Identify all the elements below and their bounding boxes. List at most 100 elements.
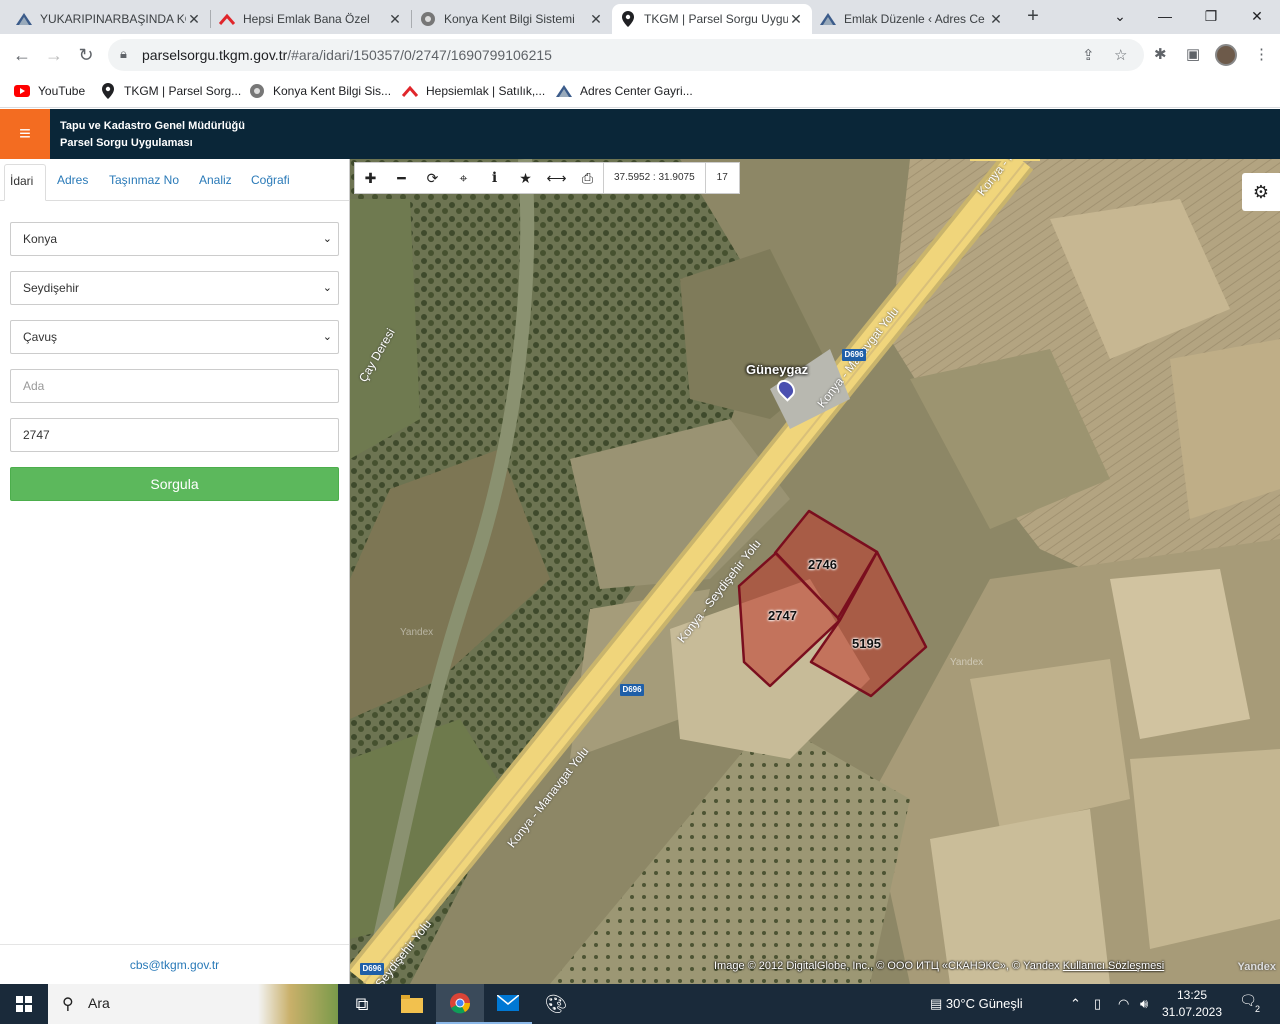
refresh-icon[interactable]: ⟳ xyxy=(417,163,448,193)
location-pin-icon xyxy=(100,83,116,99)
notification-icon[interactable]: 🗨︎ 2 xyxy=(1236,992,1260,1016)
close-icon[interactable]: ✕ xyxy=(186,11,202,28)
file-explorer-icon[interactable] xyxy=(388,984,436,1024)
parsel-input[interactable]: 2747 xyxy=(10,418,339,452)
zoom-in-icon[interactable]: ✚ xyxy=(355,163,386,193)
app-title: Tapu ve Kadastro Genel Müdürlüğü Parsel … xyxy=(60,118,245,152)
adres-center-icon xyxy=(16,11,32,27)
bookmark-label: Konya Kent Bilgi Sis... xyxy=(273,84,392,98)
reload-button[interactable]: ↻ xyxy=(74,43,98,67)
wifi-icon[interactable]: ◠ xyxy=(1118,984,1129,1024)
bookmark-adres-center[interactable]: Adres Center Gayri... xyxy=(556,83,693,99)
print-icon[interactable]: ⎙ xyxy=(572,163,603,193)
zoom-level: 17 xyxy=(704,163,739,193)
forward-button[interactable]: → xyxy=(42,43,66,67)
query-tabs: İdari Adres Taşınmaz No Analiz Coğrafi xyxy=(0,159,349,201)
tab-idari[interactable]: İdari xyxy=(4,164,46,201)
query-panel: İdari Adres Taşınmaz No Analiz Coğrafi K… xyxy=(0,159,350,984)
parcel-label-2747: 2747 xyxy=(768,608,797,623)
neighborhood-select[interactable]: Çavuş ⌄ xyxy=(10,320,339,354)
tab-search-chevron-icon[interactable]: ⌄ xyxy=(1097,4,1143,28)
bookmark-label: TKGM | Parsel Sorg... xyxy=(124,84,242,98)
bookmark-hepsiemlak[interactable]: Hepsiemlak | Satılık,... xyxy=(402,83,545,99)
province-select[interactable]: Konya ⌄ xyxy=(10,222,339,256)
side-panel-icon[interactable]: ▣ xyxy=(1186,45,1200,63)
mail-icon[interactable] xyxy=(484,984,532,1024)
chevron-down-icon: ⌄ xyxy=(322,282,332,294)
search-placeholder: Ara xyxy=(88,995,110,1011)
more-menu-icon[interactable]: ⋮ xyxy=(1254,45,1269,63)
clock-date: 31.07.2023 xyxy=(1161,1005,1223,1019)
district-select[interactable]: Seydişehir ⌄ xyxy=(10,271,339,305)
road-shield-d696: D696 xyxy=(620,684,644,696)
browser-tab-4-active[interactable]: TKGM | Parsel Sorgu Uygu ✕ xyxy=(612,4,812,34)
taskbar-search[interactable]: ⚲ Ara xyxy=(48,984,338,1024)
info-icon[interactable]: i xyxy=(479,163,510,193)
new-tab-button[interactable]: + xyxy=(1022,6,1044,28)
chevron-down-icon: ⌄ xyxy=(322,331,332,343)
extensions-puzzle-icon[interactable]: ✱ xyxy=(1154,45,1167,63)
zoom-out-icon[interactable]: ━ xyxy=(386,163,417,193)
tab-title: TKGM | Parsel Sorgu Uygu xyxy=(644,12,788,26)
browser-tab-5[interactable]: Emlak Düzenle ‹ Adres Ce ✕ xyxy=(812,4,1012,34)
browser-tab-3[interactable]: Konya Kent Bilgi Sistemi ✕ xyxy=(412,4,612,34)
gear-icon[interactable]: ⚙ xyxy=(1242,173,1280,211)
tab-title: Emlak Düzenle ‹ Adres Ce xyxy=(844,12,985,26)
share-icon[interactable]: ⇪ xyxy=(1082,46,1095,64)
weather-text: 30°C Güneşli xyxy=(945,996,1023,1011)
tab-adres[interactable]: Adres xyxy=(52,164,93,201)
show-hidden-icons-icon[interactable]: ⌃ xyxy=(1070,984,1081,1024)
map-view[interactable]: Yandex Yandex Konya - Manavgat Yolu Kony… xyxy=(350,159,1280,984)
road-shield-d696: D696 xyxy=(842,349,866,361)
close-icon[interactable]: ✕ xyxy=(988,11,1004,28)
taskbar-clock[interactable]: 13:25 31.07.2023 xyxy=(1160,987,1224,1021)
lock-icon[interactable]: 🔒︎ xyxy=(120,46,127,62)
bookmark-youtube[interactable]: YouTube xyxy=(14,83,85,99)
windows-taskbar: ⚲ Ara ⧉ 🎨︎ ▤ 30°C Güneşli ⌃ ▯ ◠ 🔊︎ 13:25… xyxy=(0,984,1280,1024)
tab-analiz[interactable]: Analiz xyxy=(194,164,237,201)
weather-icon: ▤ xyxy=(930,996,943,1011)
star-icon[interactable]: ★ xyxy=(510,163,541,193)
url-text[interactable]: parselsorgu.tkgm.gov.tr/#ara/idari/15035… xyxy=(142,47,552,63)
tab-tasinmaz-no[interactable]: Taşınmaz No xyxy=(104,164,184,201)
yandex-watermark: Yandex xyxy=(400,627,434,638)
browser-toolbar: ← → ↻ 🔒︎ parselsorgu.tkgm.gov.tr/#ara/id… xyxy=(0,34,1280,76)
chrome-icon[interactable] xyxy=(436,984,484,1024)
address-bar[interactable]: 🔒︎ parselsorgu.tkgm.gov.tr/#ara/idari/15… xyxy=(108,39,1144,71)
task-view-icon[interactable]: ⧉ xyxy=(338,984,386,1024)
tab-cografi[interactable]: Coğrafi xyxy=(246,164,295,201)
back-button[interactable]: ← xyxy=(10,43,34,67)
browser-tab-2[interactable]: Hepsi Emlak Bana Özel ✕ xyxy=(211,4,411,34)
volume-icon[interactable]: 🔊︎ xyxy=(1140,984,1148,1024)
close-icon[interactable]: ✕ xyxy=(588,11,604,28)
browser-tab-1[interactable]: YUKARIPINARBAŞINDA KO ✕ xyxy=(8,4,210,34)
profile-avatar[interactable] xyxy=(1215,44,1237,66)
sorgula-button[interactable]: Sorgula xyxy=(10,467,339,501)
window-close-button[interactable]: ✕ xyxy=(1234,4,1280,28)
neighborhood-value: Çavuş xyxy=(23,330,58,344)
bookmark-label: YouTube xyxy=(38,84,86,98)
measure-icon[interactable]: ⟷ xyxy=(541,163,572,193)
hamburger-menu-button[interactable]: ≡ xyxy=(0,109,50,159)
url-path: /#ara/idari/150357/0/2747/1690799106215 xyxy=(287,47,552,63)
footer-email-link[interactable]: cbs@tkgm.gov.tr xyxy=(0,944,349,984)
locate-crosshair-icon[interactable]: ⌖ xyxy=(448,163,479,193)
adres-center-icon xyxy=(556,83,572,99)
adres-center-icon xyxy=(820,11,836,27)
close-icon[interactable]: ✕ xyxy=(387,11,403,28)
maximize-button[interactable]: ❐ xyxy=(1188,4,1234,28)
district-value: Seydişehir xyxy=(23,281,80,295)
ada-input[interactable]: Ada xyxy=(10,369,339,403)
app-title-line1: Tapu ve Kadastro Genel Müdürlüğü xyxy=(60,120,245,132)
minimize-button[interactable]: — xyxy=(1142,4,1188,28)
close-icon[interactable]: ✕ xyxy=(788,11,804,28)
bookmark-label: Hepsiemlak | Satılık,... xyxy=(426,84,546,98)
device-icon[interactable]: ▯ xyxy=(1094,984,1101,1024)
windows-start-button[interactable] xyxy=(0,984,48,1024)
terms-link[interactable]: Kullanıcı Sözleşmesi xyxy=(1063,960,1165,972)
bookmark-konya[interactable]: Konya Kent Bilgi Sis... xyxy=(249,83,391,99)
weather-widget[interactable]: ▤ 30°C Güneşli xyxy=(930,984,1023,1024)
paint-icon[interactable]: 🎨︎ xyxy=(532,984,580,1024)
bookmark-tkgm[interactable]: TKGM | Parsel Sorg... xyxy=(100,83,241,99)
bookmark-star-icon[interactable]: ☆ xyxy=(1114,46,1127,64)
